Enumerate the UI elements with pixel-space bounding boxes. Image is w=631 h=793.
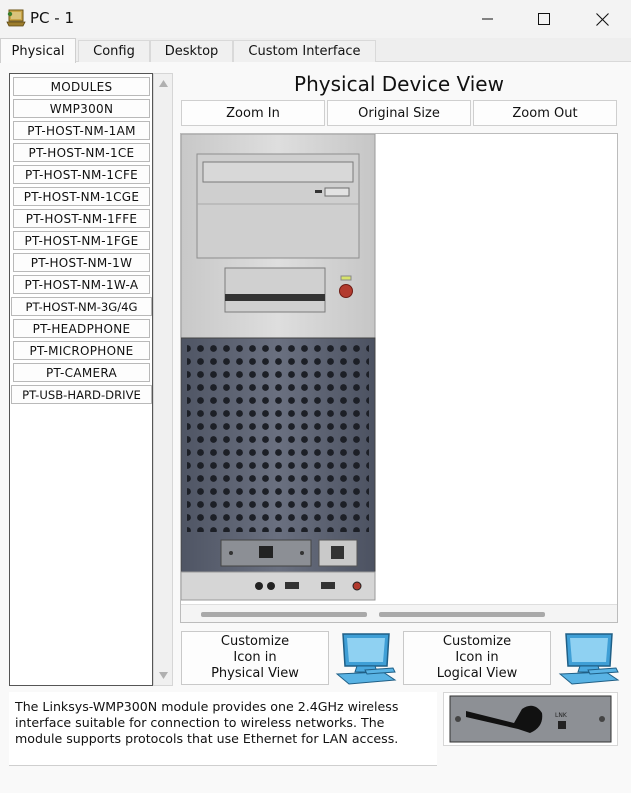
title-bar: PC - 1 [0, 0, 631, 38]
module-lnk-label: LNK [555, 712, 568, 719]
minimize-button[interactable] [459, 0, 517, 38]
customize-logical-line-3: Logical View [436, 666, 518, 681]
close-button[interactable] [573, 0, 631, 38]
window-title: PC - 1 [30, 9, 75, 27]
module-item-pt-host-nm-1ce[interactable]: PT-HOST-NM-1CE [13, 143, 150, 162]
maximize-icon [538, 13, 550, 25]
tab-custom-interface[interactable]: Custom Interface [233, 40, 376, 62]
module-item-pt-camera[interactable]: PT-CAMERA [13, 363, 150, 382]
module-item-pt-headphone[interactable]: PT-HEADPHONE [13, 319, 150, 338]
zoom-in-button[interactable]: Zoom In [181, 100, 325, 126]
module-item-pt-microphone[interactable]: PT-MICROPHONE [13, 341, 150, 360]
scroll-up-arrow-icon[interactable] [159, 80, 168, 87]
maximize-button[interactable] [515, 0, 573, 38]
module-item-pt-host-nm-1cfe[interactable]: PT-HOST-NM-1CFE [13, 165, 150, 184]
customize-logical-line-1: Customize [442, 634, 512, 649]
zoom-out-button[interactable]: Zoom Out [473, 100, 617, 126]
scroll-down-arrow-icon[interactable] [159, 672, 168, 679]
minimize-icon [482, 18, 493, 20]
customize-physical-line-2: Icon in [233, 650, 277, 665]
tab-physical[interactable]: Physical [0, 38, 76, 63]
packet-tracer-app-icon [6, 9, 26, 27]
module-item-modules[interactable]: MODULES [13, 77, 150, 96]
scrollbar-thumb-right[interactable] [379, 612, 545, 617]
customize-physical-line-3: Physical View [211, 666, 299, 681]
pc-logical-icon [558, 633, 620, 685]
module-item-pt-host-nm-1ffe[interactable]: PT-HOST-NM-1FFE [13, 209, 150, 228]
close-icon [595, 12, 609, 26]
module-item-wmp300n[interactable]: WMP300N [13, 99, 150, 118]
module-item-pt-usb-hard-drive[interactable]: PT-USB-HARD-DRIVE [11, 385, 152, 404]
module-list-scrollbar[interactable] [153, 73, 173, 686]
module-item-pt-host-nm-1w-a[interactable]: PT-HOST-NM-1W-A [13, 275, 150, 294]
tab-config[interactable]: Config [78, 40, 150, 62]
pc-tower-image [181, 134, 376, 601]
module-description: The Linksys-WMP300N module provides one … [9, 692, 437, 766]
module-item-pt-host-nm-1fge[interactable]: PT-HOST-NM-1FGE [13, 231, 150, 250]
pc-physical-icon [335, 633, 397, 685]
module-list: MODULES WMP300N PT-HOST-NM-1AM PT-HOST-N… [9, 73, 153, 686]
module-item-pt-host-nm-1w[interactable]: PT-HOST-NM-1W [13, 253, 150, 272]
customize-physical-line-1: Customize [220, 634, 290, 649]
module-image-panel: LNK [443, 692, 618, 746]
scrollbar-thumb-left[interactable] [201, 612, 367, 617]
customize-physical-icon-button[interactable]: Customize Icon in Physical View [181, 631, 329, 685]
original-size-button[interactable]: Original Size [327, 100, 471, 126]
device-canvas [180, 133, 618, 623]
tab-bar: Physical Config Desktop Custom Interface [0, 38, 631, 63]
wmp300n-module-image: LNK [449, 695, 612, 743]
module-item-pt-host-nm-1cge[interactable]: PT-HOST-NM-1CGE [13, 187, 150, 206]
canvas-horizontal-scrollbar[interactable] [181, 604, 617, 622]
module-item-pt-host-nm-1am[interactable]: PT-HOST-NM-1AM [13, 121, 150, 140]
pc-device-window: PC - 1 Physical Config Desktop Custom In… [0, 0, 631, 793]
customize-logical-line-2: Icon in [455, 650, 499, 665]
physical-device-view-title: Physical Device View [294, 72, 504, 96]
module-item-pt-host-nm-3g-4g[interactable]: PT-HOST-NM-3G/4G [11, 297, 152, 316]
customize-logical-icon-button[interactable]: Customize Icon in Logical View [403, 631, 551, 685]
tab-desktop[interactable]: Desktop [150, 40, 233, 62]
